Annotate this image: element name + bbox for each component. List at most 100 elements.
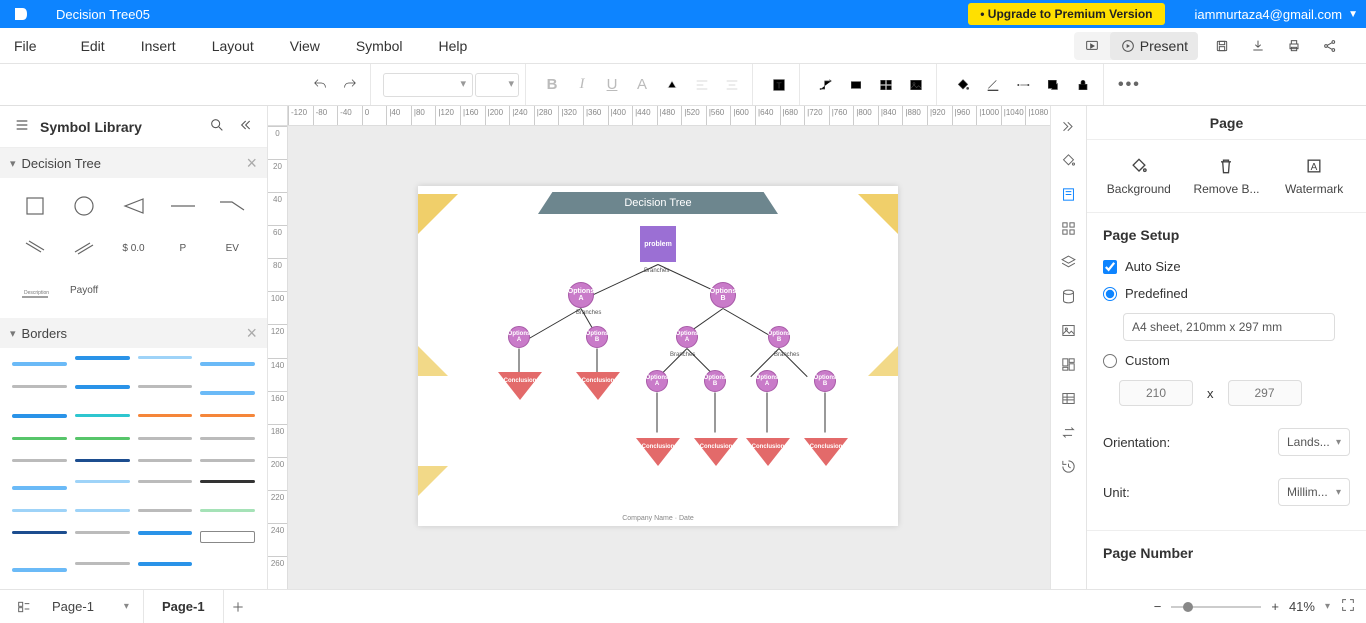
menu-view[interactable]: View bbox=[272, 38, 338, 54]
border-thumb[interactable] bbox=[138, 356, 193, 359]
custom-height-input[interactable] bbox=[1228, 380, 1302, 406]
shadow-button[interactable] bbox=[1039, 71, 1067, 99]
close-section-button[interactable]: × bbox=[246, 154, 257, 172]
shape-square[interactable] bbox=[12, 188, 57, 224]
share-button[interactable] bbox=[1312, 32, 1348, 60]
add-page-button[interactable] bbox=[224, 593, 252, 621]
custom-width-input[interactable] bbox=[1119, 380, 1193, 406]
menu-file[interactable]: File bbox=[0, 38, 63, 54]
table-button[interactable] bbox=[1055, 384, 1083, 412]
shape-circle[interactable] bbox=[61, 188, 106, 224]
download-button[interactable] bbox=[1240, 32, 1276, 60]
node-options-a[interactable]: Options A bbox=[676, 326, 698, 348]
shape-double-line[interactable] bbox=[12, 230, 57, 266]
zoom-level[interactable]: 41% bbox=[1289, 599, 1315, 614]
zoom-in-button[interactable]: + bbox=[1271, 599, 1279, 614]
save-button[interactable] bbox=[1204, 32, 1240, 60]
custom-radio[interactable] bbox=[1103, 354, 1117, 368]
fit-screen-button[interactable] bbox=[1340, 597, 1356, 616]
diagram-title[interactable]: Decision Tree bbox=[538, 192, 778, 214]
node-problem[interactable]: problem bbox=[640, 226, 676, 262]
border-thumb[interactable] bbox=[75, 531, 130, 534]
border-thumb[interactable] bbox=[12, 362, 67, 366]
shape-triangle[interactable] bbox=[111, 188, 156, 224]
border-thumb[interactable] bbox=[200, 414, 255, 417]
container-button[interactable] bbox=[872, 71, 900, 99]
node-conclusion[interactable]: Conclusion bbox=[636, 438, 680, 466]
lock-button[interactable] bbox=[1069, 71, 1097, 99]
border-thumb[interactable] bbox=[138, 562, 193, 566]
shape-dollar[interactable]: $ 0.0 bbox=[111, 230, 156, 266]
border-thumb[interactable] bbox=[138, 531, 193, 535]
node-conclusion[interactable]: Conclusion bbox=[498, 372, 542, 400]
fill-tool-button[interactable] bbox=[1055, 146, 1083, 174]
border-thumb[interactable] bbox=[12, 568, 67, 572]
shape-double-line2[interactable] bbox=[61, 230, 106, 266]
border-thumb[interactable] bbox=[138, 414, 193, 417]
section-decision-tree-header[interactable]: ▾ Decision Tree × bbox=[0, 148, 267, 178]
border-thumb[interactable] bbox=[75, 562, 130, 565]
search-library-button[interactable] bbox=[209, 117, 225, 136]
border-thumb[interactable] bbox=[75, 414, 130, 417]
align-h-button[interactable] bbox=[688, 71, 716, 99]
border-thumb[interactable] bbox=[138, 459, 193, 462]
collapse-library-button[interactable] bbox=[237, 117, 253, 136]
swap-button[interactable] bbox=[1055, 418, 1083, 446]
node-conclusion[interactable]: Conclusion bbox=[804, 438, 848, 466]
orientation-select[interactable]: Lands...▾ bbox=[1278, 428, 1350, 456]
history-button[interactable] bbox=[1055, 452, 1083, 480]
border-thumb[interactable] bbox=[12, 531, 67, 534]
connector-button[interactable] bbox=[812, 71, 840, 99]
fill-button[interactable] bbox=[949, 71, 977, 99]
user-email[interactable]: iammurtaza4@gmail.com bbox=[1195, 7, 1343, 22]
align-v-button[interactable] bbox=[718, 71, 746, 99]
menu-symbol[interactable]: Symbol bbox=[338, 38, 421, 54]
section-borders-header[interactable]: ▾ Borders × bbox=[0, 318, 267, 348]
shape-payoff[interactable]: Payoff bbox=[61, 272, 106, 308]
close-section-button[interactable]: × bbox=[246, 324, 257, 342]
shape-p[interactable]: P bbox=[160, 230, 205, 266]
remove-bg-action[interactable]: Remove B... bbox=[1186, 156, 1266, 196]
border-thumb[interactable] bbox=[75, 509, 130, 512]
node-options-a[interactable]: Options A bbox=[646, 370, 668, 392]
border-thumb[interactable] bbox=[12, 459, 67, 462]
border-thumb[interactable] bbox=[200, 509, 255, 512]
border-thumb[interactable] bbox=[200, 459, 255, 462]
shape-description[interactable]: Description bbox=[12, 272, 57, 308]
border-thumb[interactable] bbox=[75, 459, 130, 462]
border-thumb[interactable] bbox=[75, 480, 130, 483]
canvas-page[interactable]: Decision Tree problem Branches Options A… bbox=[418, 186, 898, 526]
app-logo[interactable] bbox=[8, 4, 34, 24]
border-thumb[interactable] bbox=[200, 437, 255, 440]
node-conclusion[interactable]: Conclusion bbox=[576, 372, 620, 400]
font-color-button[interactable]: A bbox=[628, 71, 656, 99]
node-options-a[interactable]: Options A bbox=[508, 326, 530, 348]
border-thumb[interactable] bbox=[200, 480, 255, 483]
zoom-out-button[interactable]: − bbox=[1154, 599, 1162, 614]
predefined-radio[interactable] bbox=[1103, 287, 1117, 301]
highlight-button[interactable] bbox=[658, 71, 686, 99]
node-options-b[interactable]: Options B bbox=[710, 282, 736, 308]
upgrade-button[interactable]: • Upgrade to Premium Version bbox=[968, 3, 1164, 25]
border-thumb[interactable] bbox=[12, 437, 67, 440]
bold-button[interactable]: B bbox=[538, 71, 566, 99]
page-settings-button[interactable] bbox=[1055, 180, 1083, 208]
shape-rect-button[interactable] bbox=[842, 71, 870, 99]
border-thumb[interactable] bbox=[138, 509, 193, 512]
border-thumb[interactable] bbox=[200, 531, 255, 543]
border-thumb[interactable] bbox=[12, 509, 67, 512]
italic-button[interactable]: I bbox=[568, 71, 596, 99]
user-menu-caret-icon[interactable]: ▼ bbox=[1348, 9, 1358, 20]
node-options-a[interactable]: Options A bbox=[756, 370, 778, 392]
page-selector[interactable]: Page-1▾ bbox=[38, 590, 144, 623]
border-thumb[interactable] bbox=[12, 486, 67, 490]
auto-size-checkbox[interactable] bbox=[1103, 260, 1117, 274]
node-options-b[interactable]: Options B bbox=[768, 326, 790, 348]
menu-edit[interactable]: Edit bbox=[63, 38, 123, 54]
border-thumb[interactable] bbox=[138, 385, 193, 388]
redo-button[interactable] bbox=[336, 71, 364, 99]
font-family-select[interactable] bbox=[383, 73, 473, 97]
page-tab-1[interactable]: Page-1 bbox=[144, 590, 224, 623]
border-thumb[interactable] bbox=[75, 356, 130, 360]
node-conclusion[interactable]: Conclusion bbox=[746, 438, 790, 466]
